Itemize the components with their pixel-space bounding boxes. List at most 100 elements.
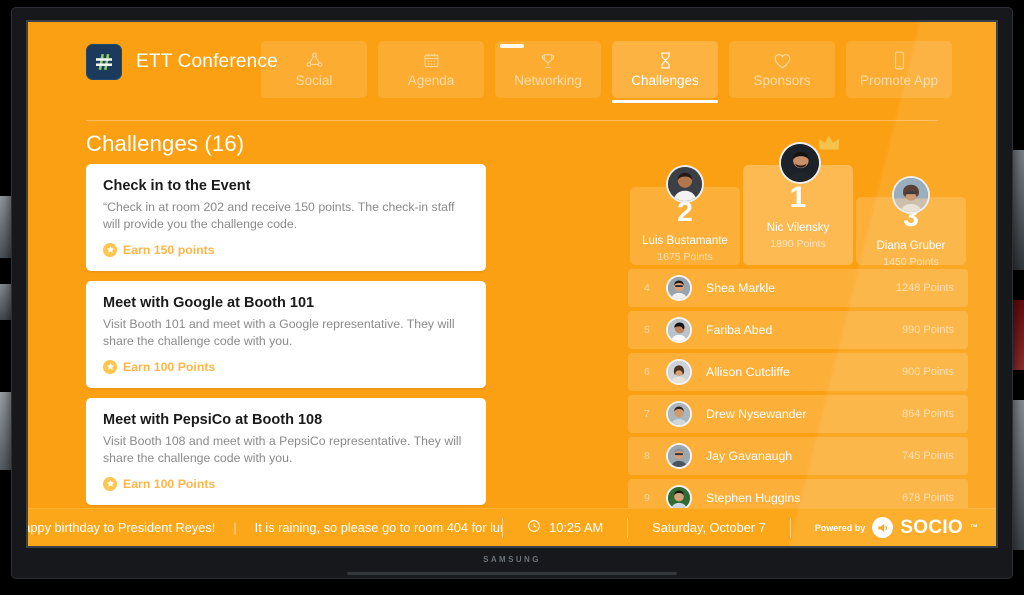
avatar	[666, 317, 692, 343]
tab-social[interactable]: Social	[261, 41, 367, 98]
row-name: Allison Cutcliffe	[706, 365, 790, 379]
tab-agenda[interactable]: Agenda	[378, 41, 484, 98]
challenge-card[interactable]: Check in to the Event “Check in at room …	[86, 164, 486, 271]
challenge-title: Meet with Google at Booth 101	[103, 294, 315, 311]
row-points: 864 Points	[902, 408, 954, 420]
tab-sponsors[interactable]: Sponsors	[729, 41, 835, 98]
scene: ETT Conference Social Agenda Networking …	[0, 0, 1024, 595]
challenge-description: Visit Booth 108 and meet with a PepsiCo …	[103, 433, 462, 466]
avatar	[666, 359, 692, 385]
leaderboard: 2 Luis Bustamante 1675 Points 1 Nic Vile…	[628, 134, 968, 546]
ticker-message: Happy birthday to President Reyes!	[28, 520, 216, 535]
challenge-card[interactable]: Meet with PepsiCo at Booth 108 Visit Boo…	[86, 397, 486, 505]
ticker-right: 10:25 AM Saturday, October 7 Powered by	[502, 509, 996, 546]
list-item[interactable]: 4 Shea Markle 1248 Points	[628, 269, 968, 307]
room-light-right-2	[1012, 300, 1024, 370]
leaderboard-podium: 2 Luis Bustamante 1675 Points 1 Nic Vile…	[628, 134, 968, 268]
tv-brand-label: SAMSUNG	[483, 555, 541, 564]
ticker-date: Saturday, October 7	[628, 520, 790, 535]
page-title: Challenges (16)	[86, 131, 245, 156]
list-item[interactable]: 7 Drew Nysewander 864 Points	[628, 395, 968, 433]
row-points: 678 Points	[902, 492, 954, 504]
podium-points: 1450 Points	[883, 256, 939, 268]
room-light-right-1	[1012, 150, 1024, 270]
podium-name: Diana Gruber	[876, 240, 946, 252]
mobile-phone-icon	[893, 51, 906, 70]
tab-label: Networking	[514, 73, 582, 88]
room-light-right-3	[1012, 400, 1024, 550]
row-points: 900 Points	[902, 366, 954, 378]
challenge-description: Visit Booth 101 and meet with a Google r…	[103, 316, 455, 349]
date-label: Saturday, October 7	[652, 520, 766, 535]
avatar	[779, 142, 821, 184]
challenge-points-label: Earn 150 points	[123, 242, 215, 257]
podium-name: Nic Vilensky	[766, 222, 830, 234]
row-name: Stephen Huggins	[706, 491, 801, 505]
row-rank: 9	[644, 492, 650, 504]
star-icon	[103, 242, 117, 257]
star-icon	[103, 476, 117, 491]
tab-promote-app[interactable]: Promote App	[846, 41, 952, 98]
avatar	[666, 275, 692, 301]
row-name: Shea Markle	[706, 281, 776, 295]
powered-by-label: Powered by	[814, 522, 866, 533]
challenge-description: “Check in at room 202 and receive 150 po…	[103, 200, 455, 232]
tab-label: Agenda	[407, 73, 455, 88]
challenge-points-label: Earn 100 Points	[123, 359, 216, 374]
app-title: ETT Conference	[136, 51, 278, 72]
avatar	[666, 443, 692, 469]
row-rank: 4	[644, 282, 650, 294]
challenge-title: Meet with PepsiCo at Booth 108	[103, 411, 323, 428]
star-icon	[103, 359, 117, 374]
screen-content: ETT Conference Social Agenda Networking …	[28, 22, 996, 546]
socio-wordmark: SOCIO	[900, 516, 963, 538]
podium-points: 1890 Points	[770, 238, 826, 250]
tab-label: Promote App	[859, 73, 939, 88]
heart-icon	[773, 51, 792, 70]
tab-challenges[interactable]: Challenges	[612, 41, 718, 103]
hashtag-icon	[86, 44, 122, 80]
clock-icon	[527, 519, 541, 536]
screen-indicator	[500, 44, 524, 48]
avatar	[892, 176, 930, 214]
time-label: 10:25 AM	[549, 520, 604, 535]
podium-points: 1675 Points	[657, 251, 713, 263]
powered-by-block: Powered by SOCIO ™	[791, 517, 996, 539]
row-rank: 5	[644, 324, 650, 336]
ticker-message: It is raining, so please go to room 404 …	[254, 520, 503, 535]
trademark-symbol: ™	[970, 523, 978, 532]
ticker-separator: |	[233, 520, 237, 535]
challenge-list[interactable]: Check in to the Event “Check in at room …	[86, 164, 486, 541]
app-header: ETT Conference Social Agenda Networking …	[28, 22, 996, 110]
status-ticker: Happy birthday to President Reyes! | It …	[28, 508, 996, 546]
tab-label: Challenges	[631, 73, 699, 88]
challenge-card[interactable]: Meet with Google at Booth 101 Visit Boot…	[86, 280, 486, 388]
row-rank: 7	[644, 408, 650, 420]
television-display: ETT Conference Social Agenda Networking …	[12, 8, 1012, 578]
room-light-left-2	[0, 284, 11, 320]
row-name: Drew Nysewander	[706, 407, 807, 421]
challenge-points-label: Earn 100 Points	[123, 476, 216, 491]
brand-block: ETT Conference	[86, 44, 278, 80]
tab-label: Social	[295, 73, 333, 88]
header-divider	[86, 120, 938, 121]
challenge-points: Earn 100 Points	[103, 359, 469, 374]
row-points: 745 Points	[902, 450, 954, 462]
list-item[interactable]: 8 Jay Gavanaugh 745 Points	[628, 437, 968, 475]
avatar	[666, 165, 704, 203]
list-item[interactable]: 6 Allison Cutcliffe 900 Points	[628, 353, 968, 391]
row-points: 990 Points	[902, 324, 954, 336]
row-points: 1248 Points	[895, 282, 954, 294]
row-rank: 6	[644, 366, 650, 378]
calendar-icon	[423, 51, 440, 70]
hourglass-icon	[657, 51, 674, 70]
list-item[interactable]: 5 Fariba Abed 990 Points	[628, 311, 968, 349]
main-navigation: Social Agenda Networking Challenges Spon…	[261, 41, 952, 103]
challenge-points: Earn 100 Points	[103, 476, 469, 491]
row-name: Jay Gavanaugh	[706, 449, 793, 463]
tab-networking[interactable]: Networking	[495, 41, 601, 98]
avatar	[666, 401, 692, 427]
podium-rank: 1	[789, 181, 807, 214]
ticker-time: 10:25 AM	[503, 519, 627, 536]
leaderboard-rows: 4 Shea Markle 1248 Points 5 Fariba Abed	[628, 269, 968, 546]
